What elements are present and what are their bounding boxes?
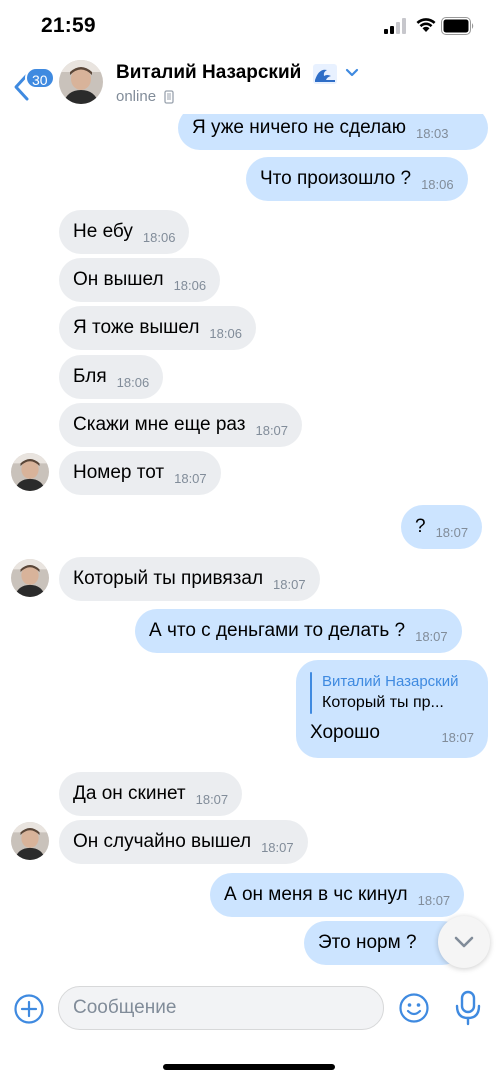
message-text: А что с деньгами то делать ?	[149, 620, 406, 641]
message-text: Это норм ?	[318, 932, 417, 953]
microphone-icon[interactable]	[454, 990, 482, 1026]
message-bubble[interactable]: Он случайно вышел 18:07	[59, 820, 308, 864]
message-text: ?	[415, 516, 426, 537]
message-bubble[interactable]: А он меня в чс кинул 18:07	[210, 873, 465, 917]
message-time: 18:07	[417, 893, 451, 908]
message-bubble[interactable]: Скажи мне еще раз 18:07	[59, 403, 303, 447]
contact-avatar[interactable]	[59, 60, 103, 104]
message-time: 18:03	[415, 126, 449, 141]
message-bubble[interactable]: Бля 18:06	[59, 355, 164, 399]
reply-quote-bar	[310, 672, 312, 714]
message-text: Я тоже вышел	[73, 317, 200, 338]
message-time: 18:06	[209, 326, 242, 341]
message-time: 18:06	[142, 230, 176, 245]
message-input[interactable]	[58, 986, 384, 1030]
message-time: 18:07	[261, 840, 294, 855]
contact-name[interactable]: Виталий Назарский	[116, 62, 301, 84]
scroll-down-button[interactable]	[438, 916, 490, 968]
unread-badge: 30	[25, 67, 55, 89]
message-text: Что произошло ?	[260, 168, 412, 189]
message-time: 18:06	[421, 177, 454, 192]
message-list[interactable]: Я уже ничего не сделаю 18:03 Что произош…	[0, 114, 499, 976]
home-indicator[interactable]	[163, 1064, 335, 1070]
message-text: Он вышел	[73, 269, 164, 290]
sender-avatar[interactable]	[11, 822, 49, 860]
sender-avatar[interactable]	[11, 453, 49, 491]
chevron-down-icon[interactable]	[345, 68, 359, 78]
signal-icon	[384, 18, 406, 34]
message-time: 18:07	[415, 629, 448, 644]
message-bubble[interactable]: Я тоже вышел 18:06	[59, 306, 256, 350]
chat-header: 30 Виталий Назарский online	[0, 52, 499, 114]
battery-icon	[441, 17, 474, 35]
back-button[interactable]: 30	[8, 58, 55, 108]
message-bubble[interactable]: Он вышел 18:06	[59, 258, 221, 302]
message-time: 18:06	[116, 375, 150, 390]
sender-avatar[interactable]	[11, 559, 49, 597]
message-text: Он случайно вышел	[73, 831, 252, 852]
reply-quote-text[interactable]: Который ты пр...	[322, 694, 444, 712]
message-time: 18:06	[173, 278, 207, 293]
message-bubble[interactable]: Я уже ничего не сделаю 18:03	[178, 114, 488, 150]
chevron-down-icon	[454, 936, 474, 948]
message-time: 18:07	[255, 423, 289, 438]
emoji-icon[interactable]	[398, 992, 430, 1024]
message-bubble[interactable]: Номер тот 18:07	[59, 451, 221, 495]
message-time: 18:07	[174, 471, 207, 486]
message-time: 18:07	[441, 730, 474, 745]
message-text: Номер тот	[73, 462, 165, 483]
wave-icon	[313, 64, 337, 84]
phone-icon	[164, 90, 174, 104]
contact-status: online	[116, 88, 157, 105]
message-bubble[interactable]: Который ты привязал 18:07	[59, 557, 320, 601]
message-bubble[interactable]: Что произошло ? 18:06	[246, 157, 468, 201]
message-text: Не ебу	[73, 221, 133, 242]
message-composer	[0, 976, 499, 1040]
message-text: А он меня в чс кинул	[224, 884, 408, 905]
message-text: Бля	[73, 366, 107, 387]
reply-author[interactable]: Виталий Назарский	[322, 673, 459, 690]
message-text: Да он скинет	[73, 783, 186, 804]
wifi-icon	[416, 18, 436, 32]
message-time: 18:07	[435, 525, 469, 540]
message-text: Скажи мне еще раз	[73, 414, 246, 435]
message-time: 18:07	[273, 577, 306, 592]
reply-message-bubble[interactable]: Виталий Назарский Который ты пр... Хорош…	[296, 660, 488, 758]
message-text: Хорошо	[310, 722, 380, 743]
status-bar: 21:59	[0, 0, 499, 52]
message-bubble[interactable]: ? 18:07	[401, 505, 483, 549]
status-time: 21:59	[41, 14, 96, 37]
message-bubble[interactable]: Да он скинет 18:07	[59, 772, 243, 816]
message-text: Который ты привязал	[73, 568, 264, 589]
message-bubble[interactable]: А что с деньгами то делать ? 18:07	[135, 609, 462, 653]
message-bubble[interactable]: Не ебу 18:06	[59, 210, 190, 254]
plus-circle-icon[interactable]	[13, 993, 45, 1025]
message-text: Я уже ничего не сделаю	[192, 117, 406, 138]
message-time: 18:07	[195, 792, 229, 807]
